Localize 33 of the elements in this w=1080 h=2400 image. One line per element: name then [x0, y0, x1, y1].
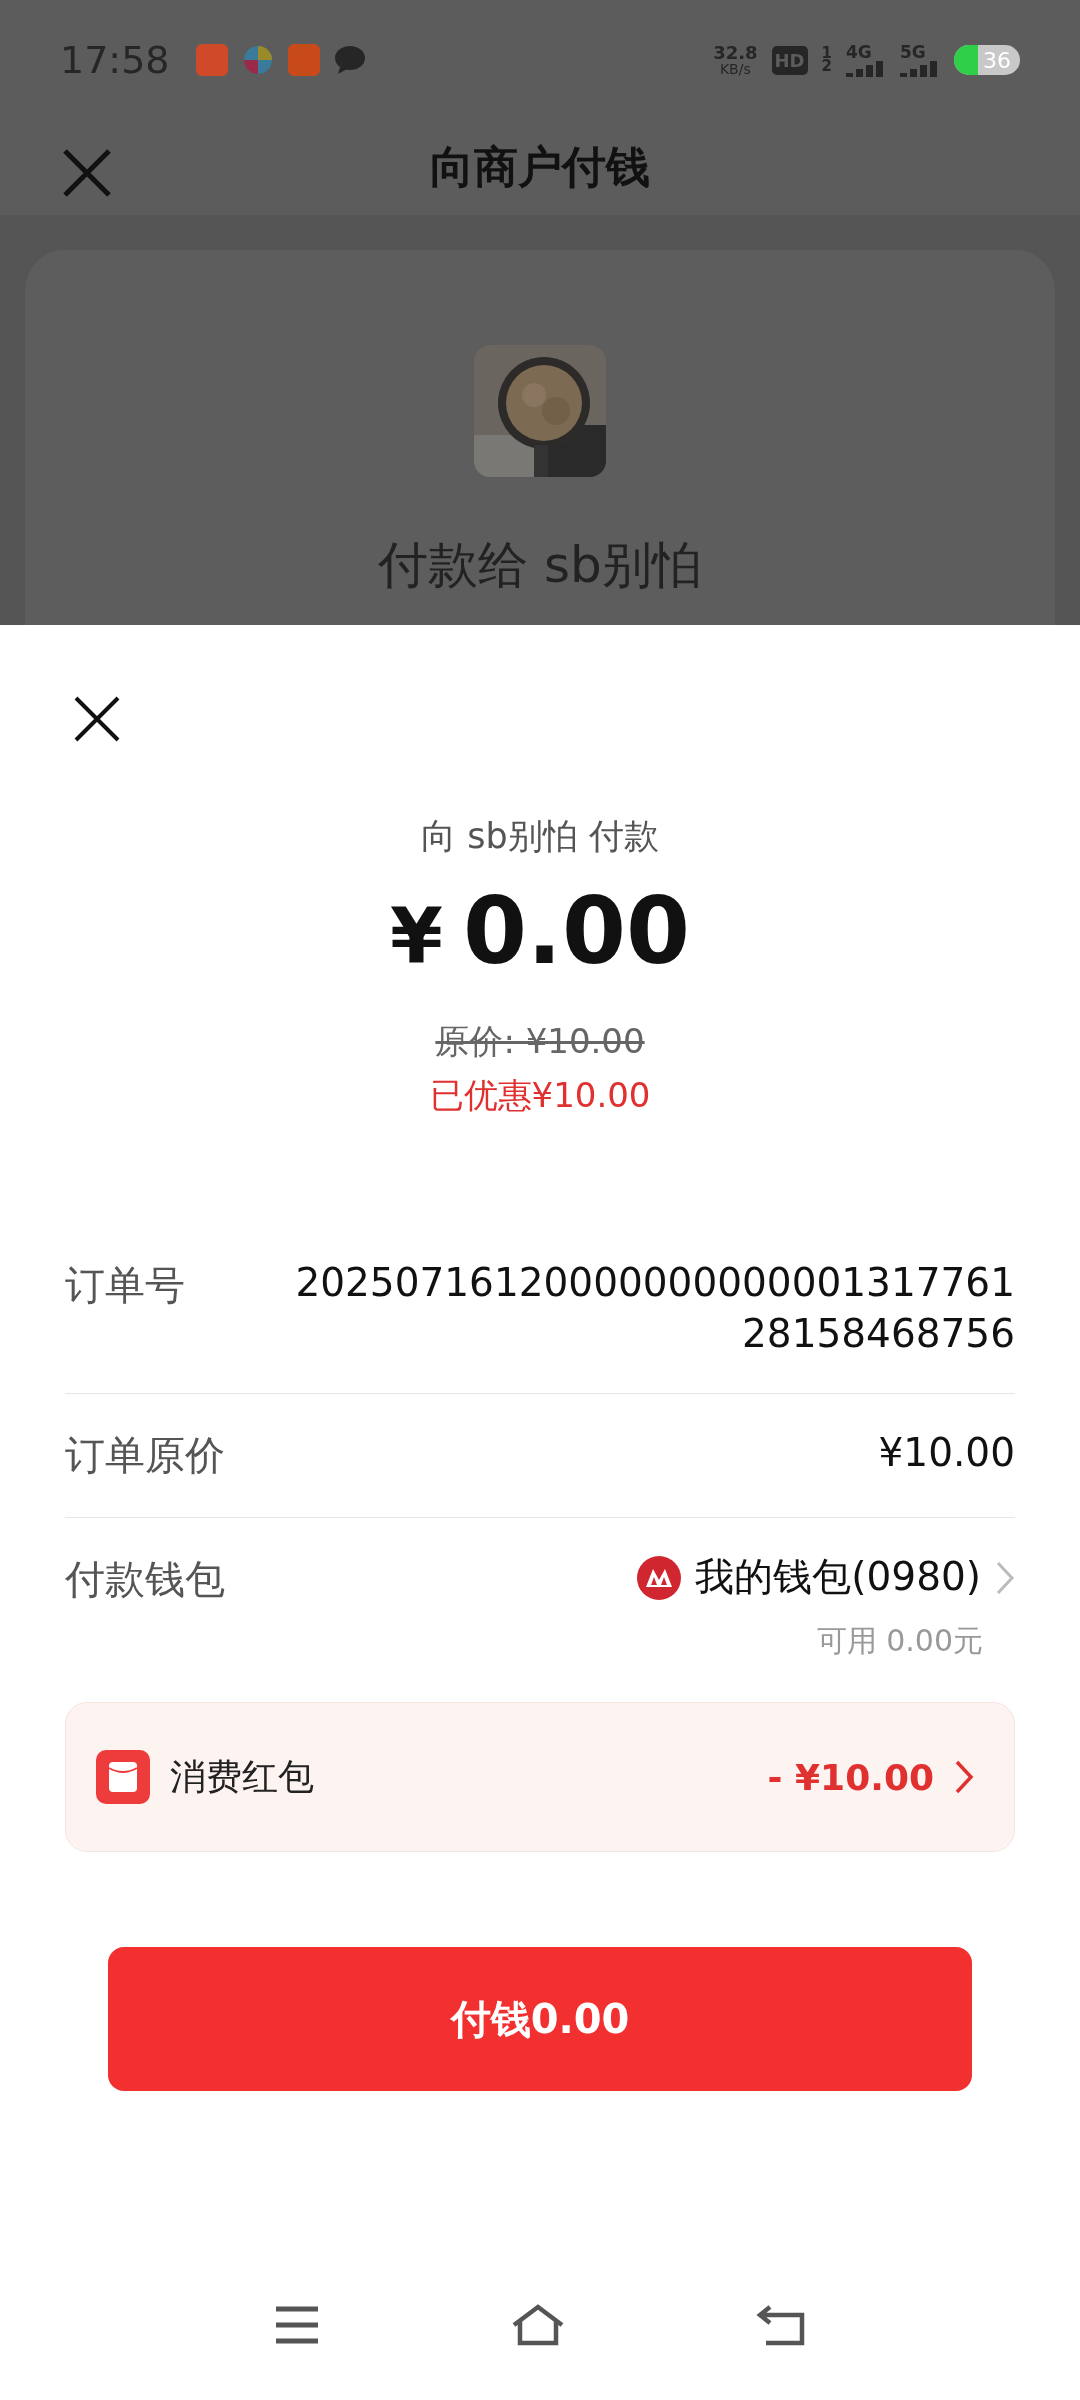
payee-subtitle: 向 sb别怕 付款	[421, 815, 659, 858]
pay-button[interactable]: 付钱0.00	[108, 1947, 972, 2092]
coupon-amount: - ¥10.00	[767, 1756, 934, 1798]
close-button[interactable]	[73, 695, 121, 743]
row-label: 订单号	[65, 1261, 185, 1310]
menu-icon[interactable]	[274, 2305, 320, 2345]
close-icon[interactable]	[62, 148, 112, 198]
bank-logo-icon	[637, 1555, 682, 1600]
app-icon	[195, 44, 228, 76]
pay-amount: 0.00	[462, 878, 690, 985]
pay-to-label: 付款给 sb别怕	[378, 535, 702, 596]
coupon-label: 消费红包	[170, 1754, 315, 1799]
envelope-icon	[96, 1750, 150, 1805]
message-icon	[333, 45, 366, 75]
app-icon	[287, 44, 320, 76]
coupon-row[interactable]: 消费红包 - ¥10.00	[65, 1702, 1015, 1853]
row-label: 订单原价	[65, 1431, 225, 1481]
page-title: 向商户付钱	[430, 140, 650, 194]
available-balance: 可用 0.00元	[816, 1622, 983, 1661]
signal-icon	[900, 60, 940, 77]
home-icon[interactable]	[510, 2303, 566, 2347]
price-value: ¥10.00	[878, 1429, 1015, 1478]
app-icon	[241, 44, 274, 76]
currency-symbol: ¥	[390, 892, 443, 981]
order-number: 28158468756	[742, 1309, 1015, 1358]
back-icon[interactable]	[756, 2303, 806, 2347]
discount-text: 已优惠¥10.00	[429, 1074, 651, 1117]
signal-icon	[846, 60, 886, 77]
order-number: 20250716120000000000001317761	[295, 1259, 1015, 1307]
chevron-right-icon	[954, 1759, 974, 1796]
row-label: 付款钱包	[65, 1555, 225, 1605]
original-price: 原价: ¥10.00	[435, 1020, 645, 1063]
wallet-name[interactable]: 我的钱包(0980)	[695, 1552, 981, 1604]
